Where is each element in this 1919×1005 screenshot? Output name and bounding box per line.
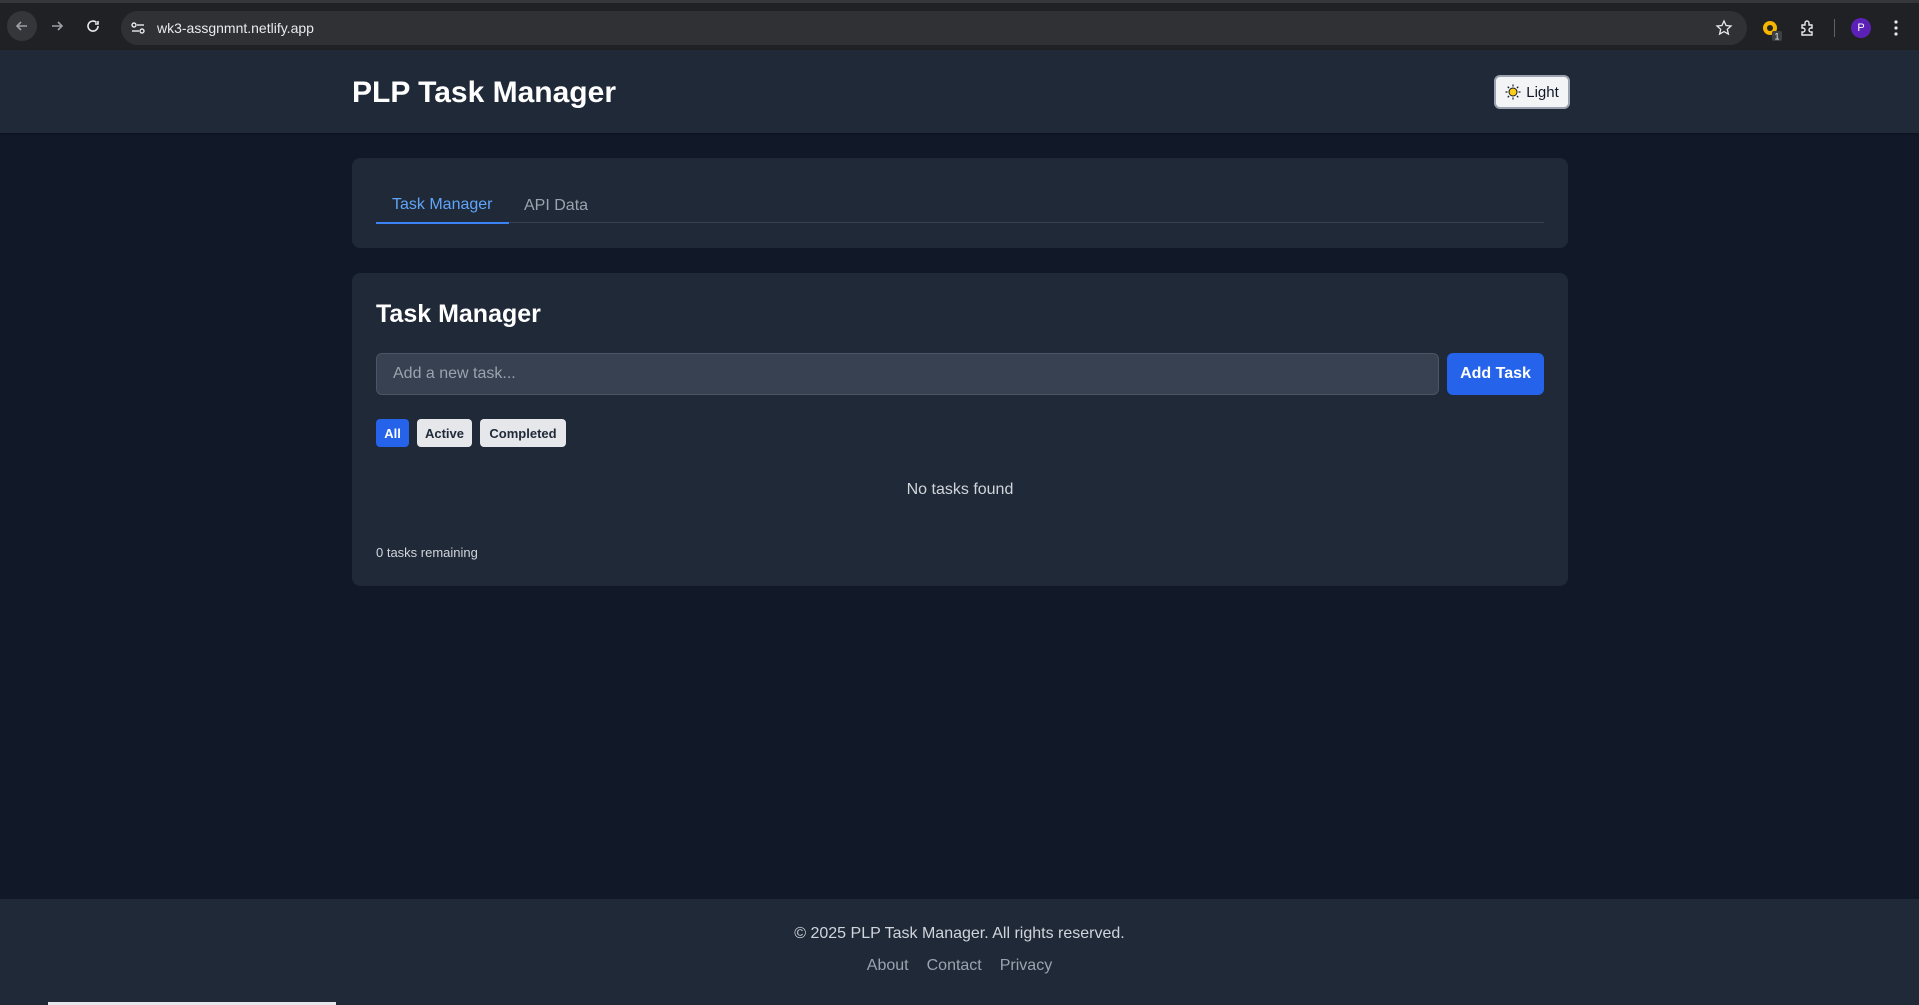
back-button[interactable] [7, 11, 37, 41]
forward-button[interactable] [42, 11, 72, 41]
address-bar[interactable]: wk3-assgnmnt.netlify.app [121, 11, 1747, 45]
footer-links: About Contact Privacy [0, 957, 1919, 975]
footer-link-contact[interactable]: Contact [927, 957, 982, 975]
theme-toggle-button[interactable]: Light [1494, 75, 1570, 109]
filter-active-button[interactable]: Active [417, 419, 472, 447]
browser-toolbar: wk3-assgnmnt.netlify.app 1 P [0, 0, 1919, 50]
footer-copyright: © 2025 PLP Task Manager. All rights rese… [794, 925, 1125, 942]
site-settings-icon[interactable] [129, 19, 147, 37]
app-header: PLP Task Manager Light [0, 50, 1919, 133]
footer-link-about[interactable]: About [867, 957, 909, 975]
reload-button[interactable] [78, 11, 108, 41]
tab-api-data[interactable]: API Data [508, 188, 604, 223]
tab-task-manager[interactable]: Task Manager [376, 188, 509, 224]
app-footer: © 2025 PLP Task Manager. All rights rese… [0, 899, 1919, 1005]
new-task-input[interactable] [376, 353, 1439, 395]
extension-badge-count: 1 [1774, 32, 1779, 42]
reload-icon [87, 20, 99, 32]
theme-toggle-label: Light [1526, 83, 1559, 101]
tab-bar: Task Manager API Data [376, 188, 1544, 224]
extensions-puzzle-icon[interactable] [1797, 17, 1819, 39]
app-title: PLP Task Manager [352, 76, 616, 109]
sun-icon [1505, 84, 1521, 100]
empty-state-message: No tasks found [906, 481, 1014, 498]
task-manager-heading: Task Manager [376, 300, 541, 328]
more-menu-icon[interactable] [1886, 18, 1906, 38]
footer-link-privacy[interactable]: Privacy [1000, 957, 1052, 975]
filter-completed-button[interactable]: Completed [480, 419, 566, 447]
profile-avatar[interactable]: P [1851, 18, 1871, 38]
bookmark-star-icon[interactable] [1715, 19, 1733, 37]
extension-icon[interactable]: 1 [1760, 18, 1784, 42]
task-manager-card: Task Manager Add Task All Active Complet… [352, 273, 1568, 586]
tasks-remaining-count: 0 tasks remaining [376, 545, 478, 560]
filter-all-button[interactable]: All [376, 419, 409, 447]
tabs-card: Task Manager API Data [352, 158, 1568, 248]
url-text[interactable]: wk3-assgnmnt.netlify.app [157, 20, 314, 36]
toolbar-divider [1834, 19, 1835, 37]
arrow-left-icon [15, 21, 27, 31]
add-task-button[interactable]: Add Task [1447, 353, 1544, 395]
arrow-right-icon [52, 21, 64, 31]
